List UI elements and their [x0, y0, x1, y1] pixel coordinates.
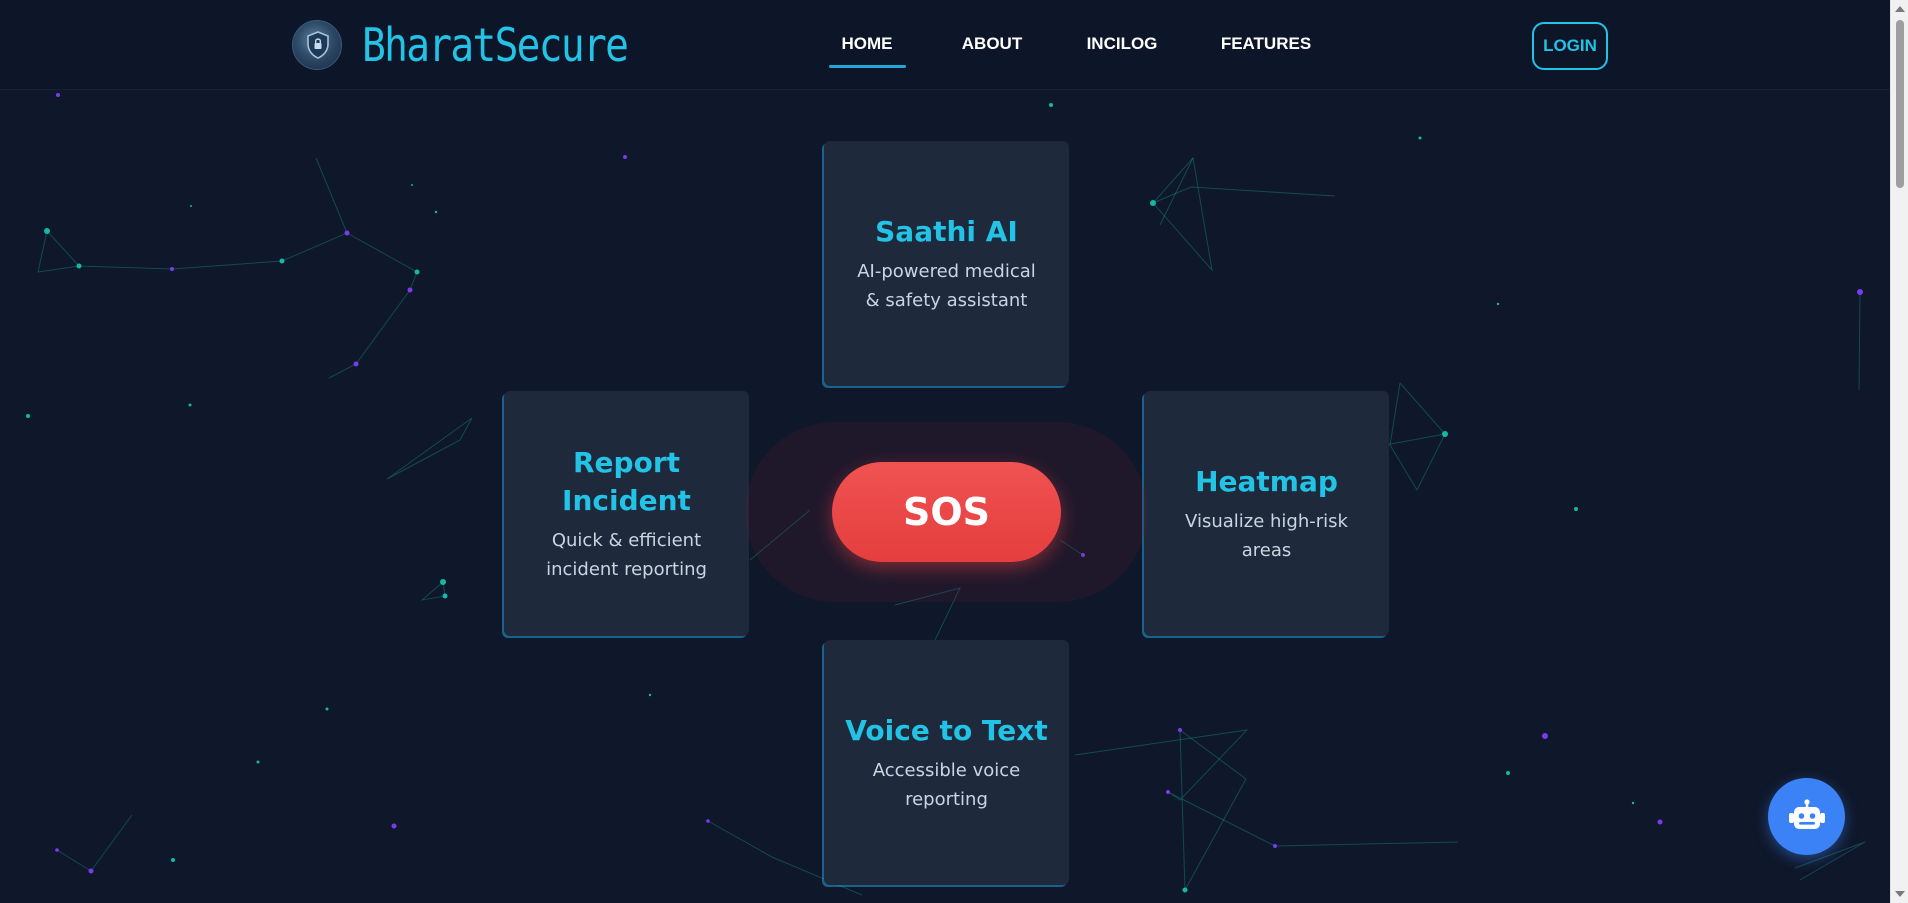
nav-about-link[interactable]: ABOUT: [955, 34, 1029, 54]
card-description-line: Quick & efficient: [551, 529, 702, 551]
sos-button[interactable]: SOS: [832, 462, 1061, 562]
robot-icon: [1788, 798, 1825, 829]
card-description-line: areas: [1241, 539, 1292, 561]
shield-logo-icon[interactable]: [292, 20, 342, 70]
brand-name[interactable]: BharatSecure: [362, 18, 629, 72]
card-title: Voice to Text: [845, 713, 1048, 747]
voice-to-text-card[interactable]: Voice to Text Accessible voice reporting: [824, 640, 1069, 885]
card-title: Saathi AI: [875, 214, 1018, 248]
card-description: AI-powered medical & safety assistant: [857, 257, 1036, 315]
scroll-down-arrow-icon[interactable]: [1895, 891, 1905, 897]
card-description: Accessible voice reporting: [873, 756, 1020, 814]
saathi-ai-card[interactable]: Saathi AI AI-powered medical & safety as…: [824, 141, 1069, 386]
nav-incilog-link[interactable]: INCILOG: [1082, 34, 1162, 54]
card-description-line: incident reporting: [546, 558, 707, 580]
scroll-up-arrow-icon[interactable]: [1895, 6, 1905, 12]
card-description-line: Accessible voice: [872, 759, 1021, 781]
heatmap-card[interactable]: Heatmap Visualize high-risk areas: [1144, 391, 1389, 636]
nav-features-link[interactable]: FEATURES: [1216, 34, 1316, 54]
nav-home-link[interactable]: HOME: [829, 34, 905, 54]
card-description-line: Visualize high-risk: [1185, 510, 1348, 532]
card-description-line: reporting: [905, 788, 988, 810]
card-description-line: & safety assistant: [865, 289, 1028, 311]
chatbot-button[interactable]: [1768, 778, 1845, 855]
active-nav-indicator: [829, 65, 906, 68]
navbar: BharatSecure HOME ABOUT INCILOG FEATURES…: [0, 0, 1890, 90]
card-title: Heatmap: [1195, 464, 1338, 498]
vertical-scrollbar[interactable]: [1890, 0, 1908, 903]
login-button[interactable]: LOGIN: [1532, 22, 1608, 70]
report-incident-card[interactable]: Report Incident Quick & efficient incide…: [504, 391, 749, 636]
scrollbar-thumb[interactable]: [1896, 20, 1904, 188]
card-description-line: AI-powered medical: [857, 260, 1036, 282]
card-title-line: Incident: [562, 483, 691, 517]
card-description: Visualize high-risk areas: [1185, 507, 1348, 565]
card-description: Quick & efficient incident reporting: [546, 526, 707, 584]
card-title-line: Report: [572, 445, 681, 479]
card-title: Report Incident: [562, 444, 691, 520]
